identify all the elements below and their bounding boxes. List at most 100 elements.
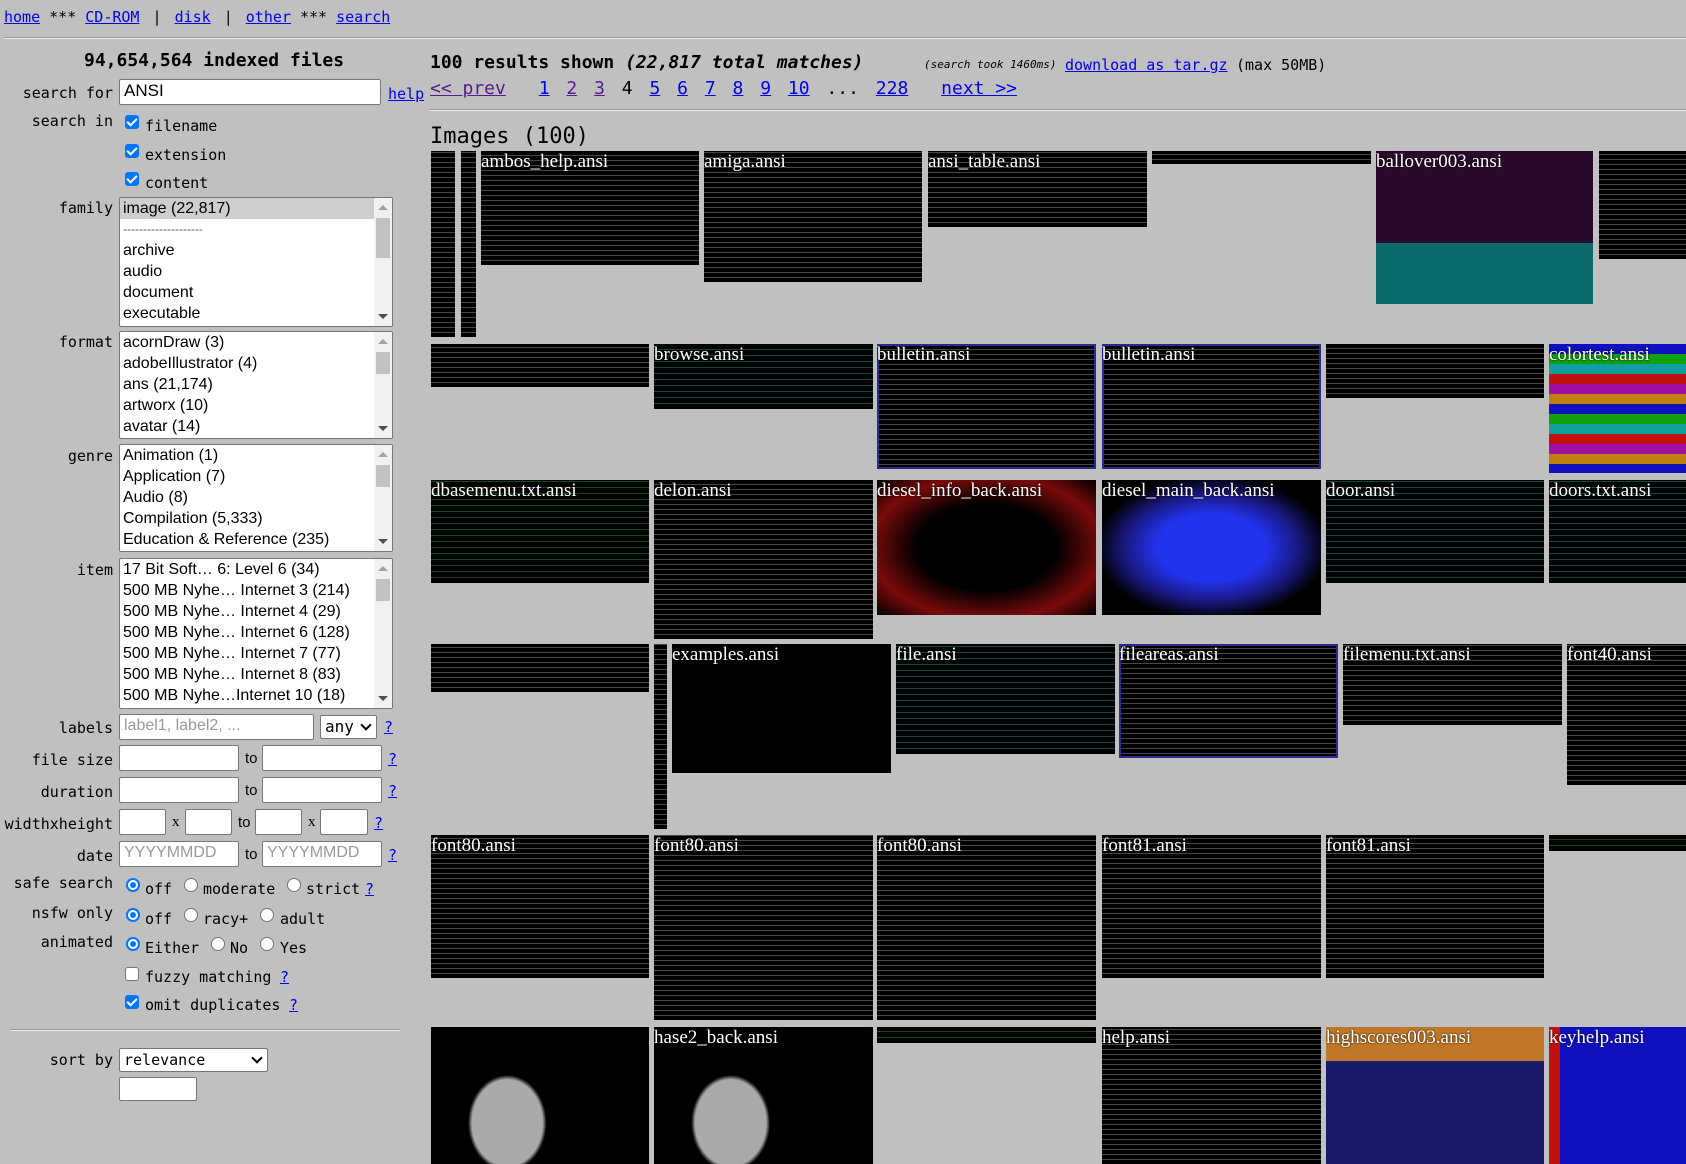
duration-max-input[interactable] (262, 777, 382, 803)
duration-min-input[interactable] (119, 777, 239, 803)
thumbnail[interactable] (654, 644, 667, 829)
genre-scrollbar[interactable] (374, 445, 392, 551)
family-option[interactable]: document (120, 282, 374, 303)
thumbnail[interactable]: bulletin.ansi (877, 344, 1096, 469)
filename-checkbox[interactable] (125, 115, 139, 129)
last-page-link[interactable]: 228 (876, 78, 909, 99)
nav-other-link[interactable]: other (246, 8, 291, 26)
file-size-max-input[interactable] (262, 745, 382, 771)
thumbnail[interactable]: examples.ansi (672, 644, 891, 773)
thumbnail[interactable]: dbasemenu.txt.ansi (431, 480, 649, 583)
thumbnail[interactable]: door.ansi (1326, 480, 1544, 583)
thumbnail[interactable]: browse.ansi (654, 344, 873, 409)
safe-moderate-radio[interactable] (184, 878, 198, 892)
item-option[interactable]: 500 MB Nyhe… Internet 3 (214) (120, 580, 374, 601)
sort-by-select[interactable]: relevance (119, 1048, 268, 1072)
max-height-input[interactable] (320, 809, 368, 835)
thumbnail[interactable]: filemenu.txt.ansi (1343, 644, 1562, 725)
thumbnail[interactable]: file.ansi (896, 644, 1115, 754)
thumbnail[interactable] (1599, 151, 1686, 259)
family-option[interactable]: executable (120, 303, 374, 324)
scrollbar-thumb[interactable] (376, 465, 390, 487)
page-link[interactable]: 5 (649, 78, 660, 99)
genre-listbox[interactable]: Animation (1) Application (7) Audio (8) … (119, 444, 393, 552)
labels-mode-select[interactable]: any (320, 715, 377, 739)
date-to-input[interactable]: YYYYMMDD (262, 841, 382, 867)
item-option[interactable]: 500 MB Nyhe… Internet 8 (83) (120, 664, 374, 685)
thumbnail[interactable]: font80.ansi (877, 835, 1096, 1020)
nsfw-off-radio[interactable] (126, 908, 140, 922)
labels-input[interactable]: label1, label2, ... (119, 714, 314, 740)
page-link[interactable]: 2 (566, 78, 577, 99)
min-width-input[interactable] (119, 809, 166, 835)
duration-help-link[interactable]: ? (388, 782, 397, 800)
format-option[interactable]: artworx (10) (120, 395, 374, 416)
thumbnail[interactable]: highscores003.ansi (1326, 1027, 1544, 1164)
item-scrollbar[interactable] (374, 559, 392, 708)
thumbnail[interactable]: keyhelp.ansi (1549, 1027, 1686, 1164)
date-help-link[interactable]: ? (388, 846, 397, 864)
scroll-up-icon[interactable] (378, 452, 388, 457)
thumbnail[interactable] (431, 1027, 649, 1164)
nav-disk-link[interactable]: disk (175, 8, 211, 26)
format-option[interactable]: acornDraw (3) (120, 332, 374, 353)
page-link[interactable]: 3 (594, 78, 605, 99)
secondary-select[interactable] (119, 1077, 197, 1101)
thumbnail[interactable]: fileareas.ansi (1119, 644, 1338, 758)
thumbnail[interactable]: help.ansi (1102, 1027, 1321, 1164)
thumbnail[interactable]: diesel_main_back.ansi (1102, 480, 1321, 615)
thumbnail[interactable]: font81.ansi (1326, 835, 1544, 978)
thumbnail[interactable]: bulletin.ansi (1102, 344, 1321, 469)
family-option[interactable]: archive (120, 240, 374, 261)
nav-search-link[interactable]: search (336, 8, 390, 26)
prev-page-link[interactable]: << prev (430, 78, 506, 99)
scroll-down-icon[interactable] (378, 314, 388, 319)
item-listbox[interactable]: 17 Bit Soft… 6: Level 6 (34) 500 MB Nyhe… (119, 558, 393, 709)
genre-option[interactable]: Education & Reference (235) (120, 529, 374, 550)
item-option[interactable]: 500 MB Nyhe… Internet 6 (128) (120, 622, 374, 643)
family-scrollbar[interactable] (374, 198, 392, 326)
family-listbox[interactable]: image (22,817) -------------------- arch… (119, 197, 393, 327)
scroll-up-icon[interactable] (378, 566, 388, 571)
min-height-input[interactable] (185, 809, 232, 835)
fuzzy-matching-checkbox[interactable] (125, 967, 139, 981)
nav-cdrom-link[interactable]: CD-ROM (85, 8, 139, 26)
thumbnail[interactable] (431, 344, 649, 387)
thumbnail[interactable]: ballover003.ansi (1376, 151, 1593, 304)
thumbnail[interactable]: doors.txt.ansi (1549, 480, 1686, 583)
next-page-link[interactable]: next >> (941, 78, 1017, 99)
extension-checkbox[interactable] (125, 144, 139, 158)
thumbnail[interactable]: ansi_table.ansi (928, 151, 1147, 227)
widthxheight-help-link[interactable]: ? (374, 814, 383, 832)
genre-option[interactable]: Audio (8) (120, 487, 374, 508)
thumbnail[interactable] (431, 151, 455, 337)
genre-option[interactable]: Animation (1) (120, 445, 374, 466)
page-link[interactable]: 9 (760, 78, 771, 99)
file-size-help-link[interactable]: ? (388, 750, 397, 768)
format-option[interactable]: ans (21,174) (120, 374, 374, 395)
page-link[interactable]: 7 (705, 78, 716, 99)
scrollbar-thumb[interactable] (376, 218, 390, 258)
format-option[interactable]: adobeIllustrator (4) (120, 353, 374, 374)
scrollbar-thumb[interactable] (376, 352, 390, 374)
fuzzy-help-link[interactable]: ? (280, 968, 289, 986)
animated-yes-radio[interactable] (260, 937, 274, 951)
date-from-input[interactable]: YYYYMMDD (119, 841, 239, 867)
nsfw-racy-radio[interactable] (184, 908, 198, 922)
item-option[interactable]: 17 Bit Soft… 6: Level 6 (34) (120, 559, 374, 580)
file-size-min-input[interactable] (119, 745, 239, 771)
format-scrollbar[interactable] (374, 332, 392, 438)
page-link[interactable]: 1 (539, 78, 550, 99)
format-option[interactable]: avatar (14) (120, 416, 374, 437)
animated-no-radio[interactable] (211, 937, 225, 951)
omit-help-link[interactable]: ? (289, 996, 298, 1014)
omit-duplicates-checkbox[interactable] (125, 995, 139, 1009)
genre-option[interactable]: Application (7) (120, 466, 374, 487)
thumbnail[interactable] (461, 151, 476, 337)
page-link[interactable]: 8 (733, 78, 744, 99)
thumbnail[interactable]: colortest.ansi (1549, 344, 1686, 473)
thumbnail[interactable]: amiga.ansi (704, 151, 922, 282)
animated-either-radio[interactable] (126, 937, 140, 951)
safe-search-help-link[interactable]: ? (365, 880, 374, 898)
thumbnail[interactable] (1152, 151, 1371, 164)
